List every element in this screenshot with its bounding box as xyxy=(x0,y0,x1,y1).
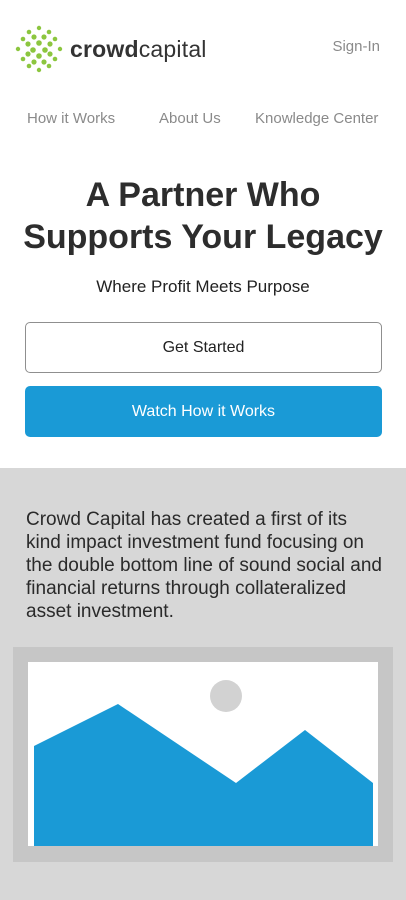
get-started-button[interactable]: Get Started xyxy=(25,322,382,373)
crowdcapital-logo[interactable]: crowdcapital xyxy=(14,24,207,74)
about-section: Crowd Capital has created a first of its… xyxy=(0,468,406,900)
logo-wordmark-light: capital xyxy=(138,35,207,62)
about-description: Crowd Capital has created a first of its… xyxy=(26,509,382,622)
watch-how-it-works-button[interactable]: Watch How it Works xyxy=(25,386,382,437)
site-header: crowdcapital Sign-In xyxy=(0,0,406,100)
image-placeholder-frame xyxy=(13,647,393,862)
hero-title-line-2: Supports Your Legacy xyxy=(23,218,383,256)
crowdcapital-logo-mark-icon xyxy=(15,25,63,73)
logo-wordmark-bold: crowd xyxy=(70,35,139,62)
nav-item-about-us[interactable]: About Us xyxy=(159,110,221,127)
main-nav: How it Works About Us Knowledge Center xyxy=(0,110,406,130)
signin-link[interactable]: Sign-In xyxy=(332,38,380,55)
nav-item-how-it-works[interactable]: How it Works xyxy=(27,110,115,127)
hero-title-line-1: A Partner Who xyxy=(85,176,321,214)
image-placeholder xyxy=(28,662,378,846)
hero-title: A Partner Who Supports Your Legacy xyxy=(0,174,406,258)
image-placeholder-icon xyxy=(34,680,373,846)
image-placeholder-sun-icon xyxy=(210,680,242,712)
hero-subtitle: Where Profit Meets Purpose xyxy=(96,277,310,296)
image-placeholder-mountains-icon xyxy=(34,704,373,846)
nav-item-knowledge-center[interactable]: Knowledge Center xyxy=(255,110,378,127)
logo-wordmark: crowdcapital xyxy=(70,35,207,62)
